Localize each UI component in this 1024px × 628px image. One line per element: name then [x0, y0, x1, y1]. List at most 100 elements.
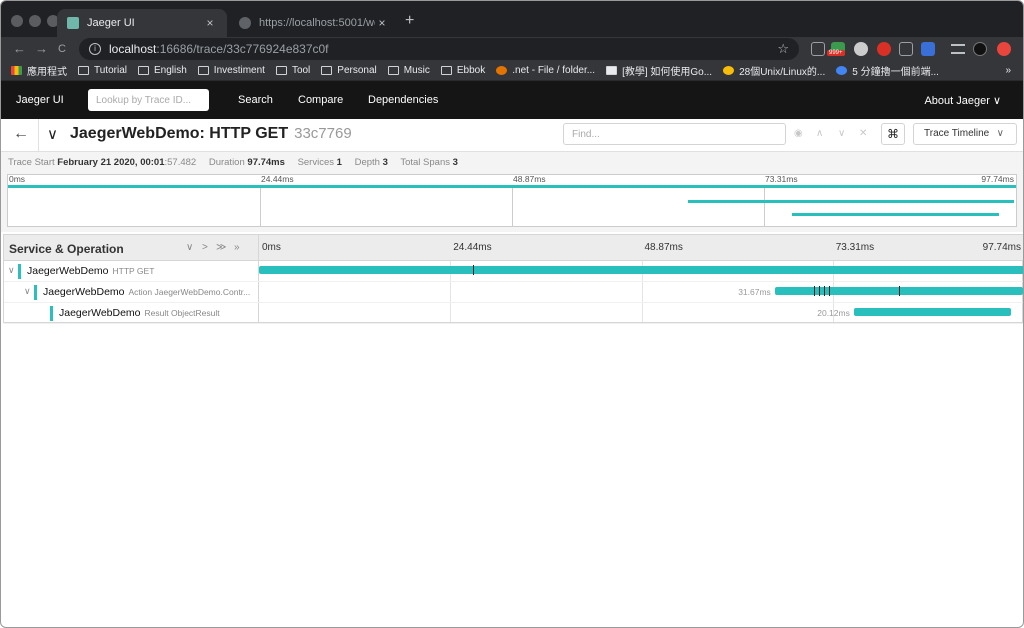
bookmark-label: Investiment	[213, 65, 265, 76]
bookmark-item[interactable]: Investiment	[197, 65, 265, 76]
span-service-name[interactable]: JaegerWebDemo Result ObjectResult	[59, 307, 220, 319]
bookmark-item[interactable]: Personal	[321, 65, 377, 76]
stat-label: Total Spans	[400, 157, 450, 168]
expand-all-icon[interactable]: ≫	[216, 242, 226, 253]
operation-name: Result ObjectResult	[144, 308, 220, 318]
profile-avatar-icon[interactable]	[973, 42, 987, 56]
url-bar[interactable]: i localhost:16686/trace/33c776924e837c0f…	[79, 38, 799, 60]
view-select-dropdown[interactable]: Trace Timeline ∨	[913, 123, 1017, 145]
find-input[interactable]	[563, 123, 786, 145]
minimap-span-bar	[8, 185, 1016, 188]
back-arrow-icon[interactable]: ←	[13, 125, 29, 143]
about-jaeger-dropdown[interactable]: About Jaeger ∨	[924, 94, 1001, 107]
stat-label: Services	[297, 157, 334, 168]
new-tab-button[interactable]: +	[405, 13, 414, 29]
pocket-icon[interactable]	[899, 42, 913, 56]
span-service-name[interactable]: JaegerWebDemo HTTP GET	[27, 265, 154, 277]
tab-close-icon[interactable]: ×	[375, 16, 389, 30]
tab-localhost-weather[interactable]: https://localhost:5001/weather ×	[229, 9, 399, 37]
bookmark-item[interactable]: [教學] 如何使用Go...	[606, 63, 712, 78]
clear-icon[interactable]: ✕	[859, 128, 867, 139]
jaeger-brand-link[interactable]: Jaeger UI	[16, 94, 64, 106]
span-row[interactable]: JaegerWebDemo Result ObjectResult 20.12ms	[4, 303, 1023, 324]
span-row[interactable]: ∨ JaegerWebDemo Action JaegerWebDemo.Contr…	[4, 282, 1023, 303]
forward-arrow-icon[interactable]: →	[35, 41, 48, 57]
trace-duration: 97.74ms	[247, 157, 285, 168]
chevron-down-icon[interactable]: ∨	[838, 128, 845, 139]
bookmark-label: Tool	[291, 65, 311, 76]
folder-icon	[197, 66, 209, 75]
bookmark-item[interactable]: 應用程式	[11, 63, 67, 78]
tab-close-icon[interactable]: ×	[203, 16, 217, 30]
span-bar[interactable]	[259, 265, 1023, 275]
extension-icon[interactable]	[997, 42, 1011, 56]
timeline-tick-label: 48.87ms	[644, 242, 683, 253]
extension-badge-count: 999+	[827, 50, 845, 56]
bookmark-item[interactable]: English	[137, 65, 187, 76]
operation-name: Action JaegerWebDemo.Contr...	[128, 287, 251, 297]
tab-jaeger-ui[interactable]: Jaeger UI ×	[57, 9, 227, 37]
extension-icon[interactable]	[921, 42, 935, 56]
nav-link-compare[interactable]: Compare	[298, 94, 343, 106]
bookmark-item[interactable]: Ebbok	[440, 65, 485, 76]
bookmark-item[interactable]: 5 分鐘擼一個前端...	[836, 63, 939, 78]
chevron-down-icon[interactable]: ∨	[8, 265, 15, 276]
keyboard-shortcuts-button[interactable]: ⌘	[881, 123, 905, 145]
bookmark-item[interactable]: Tool	[275, 65, 311, 76]
url-path: :16686/trace/33c776924e837c0f	[156, 42, 329, 56]
log-marker	[824, 286, 826, 296]
timeline-tick-label: 0ms	[262, 242, 281, 253]
trace-start-date: February 21 2020, 00:01	[57, 157, 165, 168]
bookmark-item[interactable]: Tutorial	[78, 65, 127, 76]
bookmark-label: English	[153, 65, 187, 76]
bookmark-label: [教學] 如何使用Go...	[622, 67, 713, 78]
info-icon[interactable]: i	[89, 43, 101, 55]
bookmark-item[interactable]: .net - File / folder...	[496, 65, 595, 76]
folder-icon	[440, 66, 452, 75]
extension-icon[interactable]	[854, 42, 868, 56]
span-service-name[interactable]: JaegerWebDemo Action JaegerWebDemo.Contr.…	[43, 286, 250, 298]
reload-icon[interactable]: C	[58, 41, 66, 57]
bookmarks-more-icon[interactable]: »	[1005, 65, 1011, 76]
minimap-gridline	[764, 185, 765, 226]
collapse-all-icon[interactable]: »	[234, 242, 240, 253]
service-name: JaegerWebDemo	[43, 286, 125, 298]
folder-icon	[275, 66, 287, 75]
extension-icon[interactable]	[811, 42, 825, 56]
log-marker	[819, 286, 821, 296]
page-icon	[606, 66, 618, 75]
chevron-up-icon[interactable]: ∧	[816, 128, 823, 139]
pen-icon	[496, 66, 508, 75]
chevron-down-icon[interactable]: ∨	[47, 125, 58, 143]
span-row[interactable]: ∨ JaegerWebDemo HTTP GET	[4, 261, 1023, 282]
url-host: localhost	[109, 42, 157, 56]
bookmarks-bar: 應用程式 Tutorial English Investiment Tool P…	[1, 61, 1023, 81]
chevron-down-icon[interactable]: ∨	[24, 286, 31, 297]
window-minimize-dot[interactable]	[29, 15, 41, 27]
nav-link-search[interactable]: Search	[238, 94, 273, 106]
reading-list-icon[interactable]	[951, 44, 965, 54]
window-close-dot[interactable]	[11, 15, 23, 27]
bookmark-label: Tutorial	[94, 65, 127, 76]
trace-depth: 3	[382, 157, 388, 168]
nav-link-dependencies[interactable]: Dependencies	[368, 94, 438, 106]
span-minimap[interactable]: 0ms 24.44ms 48.87ms 73.31ms 97.74ms	[7, 174, 1017, 227]
bookmark-item[interactable]: Music	[387, 65, 430, 76]
span-bar[interactable]	[774, 286, 1023, 296]
extension-icon[interactable]	[877, 42, 891, 56]
bookmark-label: 5 分鐘擼一個前端...	[852, 67, 939, 78]
folder-icon	[387, 66, 399, 75]
locate-icon[interactable]: ◉	[794, 128, 803, 139]
bookmark-item[interactable]: 28個Unix/Linux的...	[723, 63, 825, 78]
jaeger-top-nav: Jaeger UI Search Compare Dependencies Ab…	[1, 81, 1023, 119]
collapse-one-icon[interactable]: ∨	[186, 242, 193, 253]
span-duration-label: 20.12ms	[817, 308, 850, 318]
back-arrow-icon[interactable]: ←	[13, 41, 26, 57]
folder-icon	[137, 66, 149, 75]
span-bar[interactable]	[853, 308, 1012, 316]
jaeger-favicon-icon	[67, 17, 79, 29]
bookmark-star-icon[interactable]: ☆	[777, 41, 789, 57]
expand-one-icon[interactable]: >	[202, 242, 208, 253]
bookmark-label: Personal	[337, 65, 377, 76]
trace-id-lookup-input[interactable]	[88, 89, 209, 111]
